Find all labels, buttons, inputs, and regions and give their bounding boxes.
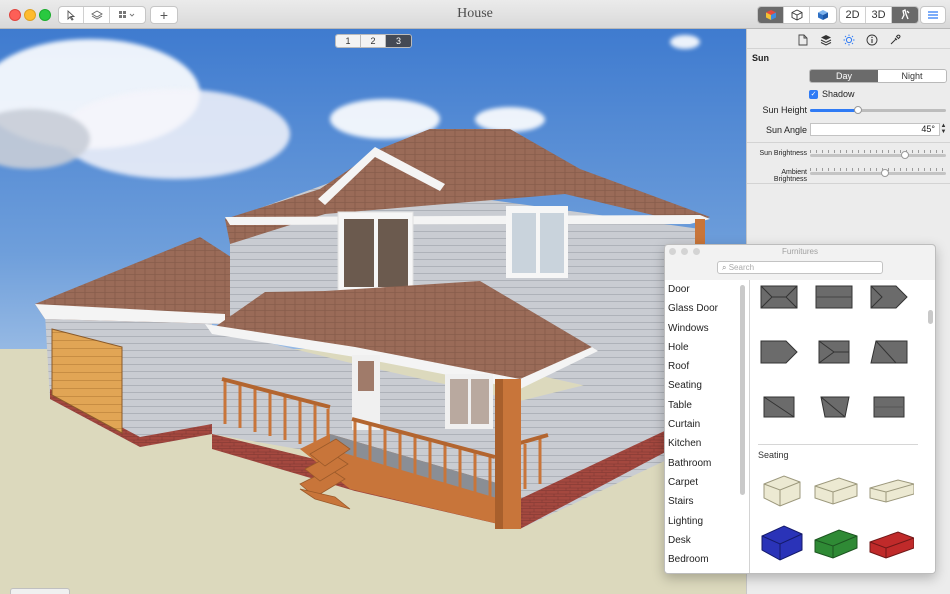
- roof-item[interactable]: [815, 285, 853, 309]
- furnitures-title: Furnitures: [781, 247, 818, 256]
- sidebar-toggle-group: [920, 6, 946, 24]
- roof-item[interactable]: [815, 395, 853, 419]
- roof-item[interactable]: [760, 395, 798, 419]
- grid-scrollbar[interactable]: [928, 310, 933, 324]
- search-icon: ⌕: [722, 263, 727, 272]
- shadow-label: Shadow: [822, 89, 855, 99]
- house-model: [35, 129, 710, 529]
- roof-item[interactable]: [870, 340, 908, 364]
- ambient-brightness-knob[interactable]: [880, 169, 889, 177]
- category-item[interactable]: Stairs: [665, 492, 749, 511]
- ambient-brightness-ticks: [810, 168, 946, 171]
- furniture-search-input[interactable]: ⌕ Search: [717, 261, 883, 274]
- panel-minimize-button[interactable]: [681, 248, 688, 255]
- app-window: + House 2D 3D 1 2 3 Sun Day Night ✓ Shad…: [0, 0, 950, 594]
- object-mode-group: [757, 6, 837, 24]
- wireframe-cube-icon[interactable]: [784, 7, 810, 23]
- blue-cube-icon[interactable]: [810, 7, 836, 23]
- seating-section-label: Seating: [758, 450, 789, 460]
- day-button[interactable]: Day: [810, 70, 878, 82]
- category-item[interactable]: Lighting: [665, 512, 749, 531]
- category-item[interactable]: Roof: [665, 357, 749, 376]
- category-item[interactable]: Windows: [665, 319, 749, 338]
- sun-angle-stepper[interactable]: ▲ ▼: [940, 123, 947, 136]
- page-2-button[interactable]: 2: [361, 35, 386, 47]
- ambient-brightness-slider[interactable]: [810, 169, 946, 177]
- loveseat-green-item[interactable]: [813, 520, 859, 562]
- search-placeholder: Search: [728, 263, 755, 272]
- furnitures-panel: Furnitures ⌕ Search Door Glass Door Window…: [664, 244, 936, 574]
- page-1-button[interactable]: 1: [336, 35, 361, 47]
- sun-height-label: Sun Height: [762, 105, 807, 115]
- sun-brightness-label: Sun Brightness: [759, 150, 807, 157]
- sun-brightness-ticks: [810, 150, 946, 153]
- sun-section-title: Sun: [752, 53, 769, 63]
- sun-height-slider[interactable]: [810, 106, 946, 114]
- layers-icon[interactable]: [818, 32, 834, 48]
- furnitures-title-bar: Furnitures: [665, 245, 935, 258]
- category-item[interactable]: Bathroom: [665, 454, 749, 473]
- shadow-checkbox[interactable]: ✓: [809, 89, 818, 99]
- category-list: Door Glass Door Windows Hole Roof Seating Tabl…: [665, 280, 749, 573]
- roof-item[interactable]: [760, 340, 798, 364]
- roof-item[interactable]: [815, 340, 853, 364]
- sun-brightness-knob[interactable]: [901, 151, 910, 159]
- sidebar-toggle-icon[interactable]: [921, 7, 945, 23]
- 3d-viewport[interactable]: 1 2 3: [0, 29, 746, 594]
- status-pill: [10, 588, 70, 594]
- category-item[interactable]: Curtain: [665, 415, 749, 434]
- furniture-grid: Seating: [749, 280, 935, 573]
- eyedropper-icon[interactable]: [887, 32, 903, 48]
- colored-cube-icon[interactable]: [758, 7, 784, 23]
- loveseat-cream-item[interactable]: [813, 468, 859, 510]
- category-item[interactable]: Hole: [665, 338, 749, 357]
- walk-mode-icon[interactable]: [892, 7, 918, 23]
- roof-item[interactable]: [870, 395, 908, 419]
- sun-brightness-slider[interactable]: [810, 151, 946, 159]
- category-item[interactable]: Desk: [665, 531, 749, 550]
- divider: [747, 142, 950, 143]
- armchair-cream-item[interactable]: [758, 468, 804, 510]
- panel-zoom-button[interactable]: [693, 248, 700, 255]
- category-item[interactable]: Glass Door: [665, 299, 749, 318]
- view-2d-button[interactable]: 2D: [840, 7, 866, 23]
- roof-item[interactable]: [870, 285, 908, 309]
- category-item[interactable]: Door: [665, 280, 749, 299]
- category-item[interactable]: Carpet: [665, 473, 749, 492]
- panel-close-button[interactable]: [669, 248, 676, 255]
- inspector-tabs: [747, 29, 950, 49]
- night-button[interactable]: Night: [878, 70, 946, 82]
- section-divider: [758, 444, 918, 445]
- info-icon[interactable]: [864, 32, 880, 48]
- sun-angle-label: Sun Angle: [765, 125, 807, 135]
- sofa-red-item[interactable]: [868, 520, 914, 562]
- category-item[interactable]: Kitchen: [665, 434, 749, 453]
- ambient-brightness-label: Ambient Brightness: [773, 169, 807, 183]
- page-selector: 1 2 3: [335, 34, 412, 48]
- page-3-button[interactable]: 3: [386, 35, 411, 47]
- divider: [747, 183, 950, 184]
- sun-height-knob[interactable]: [853, 106, 862, 114]
- shadow-row: ✓ Shadow: [809, 89, 855, 99]
- document-icon[interactable]: [795, 32, 811, 48]
- armchair-blue-item[interactable]: [758, 520, 804, 562]
- category-item[interactable]: Table: [665, 396, 749, 415]
- view-3d-button[interactable]: 3D: [866, 7, 892, 23]
- sun-angle-field[interactable]: 45°: [810, 123, 940, 136]
- view-mode-group: 2D 3D: [839, 6, 919, 24]
- sun-icon[interactable]: [841, 32, 857, 48]
- category-item[interactable]: Seating: [665, 376, 749, 395]
- category-scrollbar[interactable]: [740, 285, 745, 495]
- roof-item[interactable]: [760, 285, 798, 309]
- category-item[interactable]: Bedroom: [665, 550, 749, 569]
- day-night-toggle: Day Night: [809, 69, 947, 83]
- sofa-cream-item[interactable]: [868, 468, 914, 510]
- title-bar: + House 2D 3D: [0, 0, 950, 29]
